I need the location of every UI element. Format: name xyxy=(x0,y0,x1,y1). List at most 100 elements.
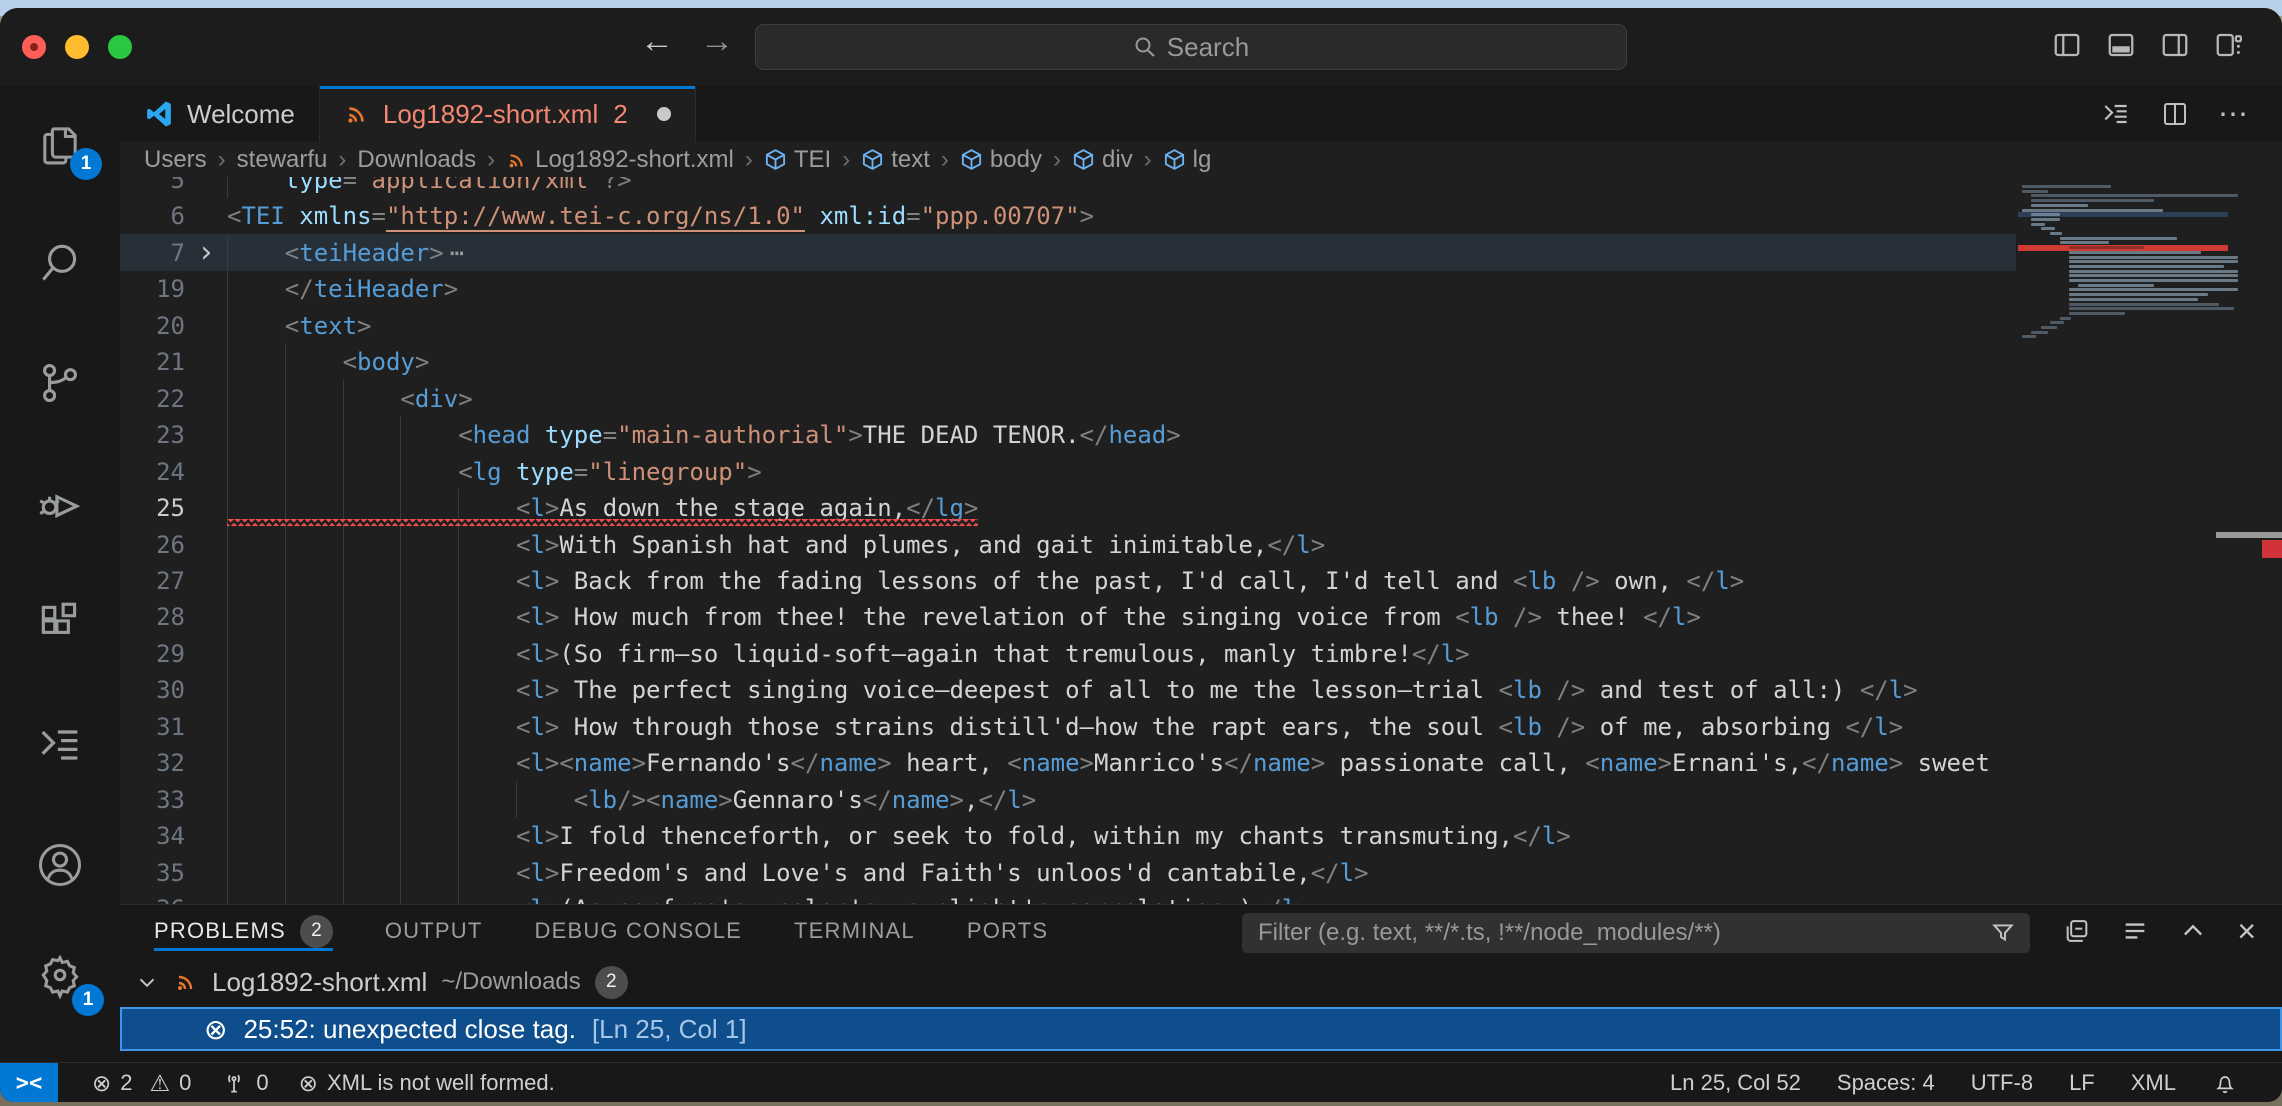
overview-ruler[interactable] xyxy=(2250,177,2282,904)
close-button[interactable] xyxy=(22,35,46,59)
code-text[interactable]: <l>I fold thenceforth, or seek to fold, … xyxy=(227,817,1571,854)
code-editor[interactable]: 5 type="application/xml"?>6<TEI xmlns="ht… xyxy=(120,177,2282,904)
line-number[interactable]: 21 xyxy=(120,348,185,376)
line-number[interactable]: 19 xyxy=(120,275,185,303)
filter-funnel-icon[interactable] xyxy=(1990,920,2016,946)
code-text[interactable]: <l>(As perfume's, color's, sunlight's co… xyxy=(227,890,1311,904)
line-number[interactable]: 6 xyxy=(120,202,185,230)
code-text[interactable]: <l>(So firm—so liquid-soft—again that tr… xyxy=(227,635,1470,672)
forward-arrow-icon[interactable]: → xyxy=(700,22,734,61)
code-line-5[interactable]: 5 type="application/xml"?> xyxy=(120,177,2016,198)
line-number[interactable]: 31 xyxy=(120,713,185,741)
code-area[interactable]: 5 type="application/xml"?>6<TEI xmlns="ht… xyxy=(120,177,2016,904)
code-text[interactable]: </teiHeader> xyxy=(227,270,458,307)
more-actions-icon[interactable]: ⋯ xyxy=(2218,97,2250,132)
code-line-19[interactable]: 19 </teiHeader> xyxy=(120,270,2016,307)
indent-extension-icon[interactable] xyxy=(0,700,120,790)
line-number[interactable]: 25 xyxy=(120,494,185,522)
code-text[interactable]: <l> Back from the fading lessons of the … xyxy=(227,562,1744,599)
line-number[interactable]: 7 xyxy=(120,239,185,267)
code-line-20[interactable]: 20<text> xyxy=(120,307,2016,344)
code-line-22[interactable]: 22<div> xyxy=(120,380,2016,417)
breadcrumb-item[interactable]: stewarfu xyxy=(237,146,328,174)
code-line-28[interactable]: 28 <l> How much from thee! the revelation… xyxy=(120,598,2016,635)
breadcrumb-symbol[interactable]: div xyxy=(1072,146,1133,174)
code-line-6[interactable]: 6<TEI xmlns="http://www.tei-c.org/ns/1.0… xyxy=(120,197,2016,234)
modified-dot-icon[interactable] xyxy=(657,107,671,121)
code-text[interactable]: <body> xyxy=(227,343,429,380)
cursor-position[interactable]: Ln 25, Col 52 xyxy=(1670,1070,1801,1096)
tab-problems[interactable]: PROBLEMS 2 xyxy=(154,905,333,957)
line-number[interactable]: 27 xyxy=(120,567,185,595)
line-number[interactable]: 29 xyxy=(120,640,185,668)
command-center-search[interactable]: Search xyxy=(755,24,1627,70)
bell-icon[interactable] xyxy=(2212,1070,2238,1096)
xml-status-message[interactable]: ⊗ XML is not well formed. xyxy=(299,1070,555,1097)
code-line-29[interactable]: 29 <l>(So firm—so liquid-soft—again that … xyxy=(120,635,2016,672)
zoom-button[interactable] xyxy=(108,35,132,59)
filter-input[interactable] xyxy=(1242,919,1990,947)
chevron-down-icon[interactable] xyxy=(134,969,160,995)
breadcrumb-item-file[interactable]: Log1892-short.xml xyxy=(506,146,734,174)
line-number[interactable]: 36 xyxy=(120,895,185,905)
line-number[interactable]: 5 xyxy=(120,177,185,194)
indentation-setting[interactable]: Spaces: 4 xyxy=(1837,1070,1935,1096)
problems-file-row[interactable]: Log1892-short.xml ~/Downloads 2 xyxy=(120,959,2282,1005)
line-number[interactable]: 20 xyxy=(120,312,185,340)
code-text[interactable]: <l> How much from thee! the revelation o… xyxy=(227,598,1701,635)
run-debug-icon[interactable] xyxy=(0,458,120,548)
indent-action-icon[interactable] xyxy=(2100,98,2132,130)
breadcrumb-symbol[interactable]: text xyxy=(861,146,930,174)
code-line-23[interactable]: 23<head type="main-authorial">THE DEAD T… xyxy=(120,416,2016,453)
customize-layout-icon[interactable] xyxy=(2214,30,2244,60)
breadcrumb-symbol[interactable]: TEI xyxy=(764,146,831,174)
settings-gear-icon[interactable]: 1 xyxy=(0,930,120,1020)
code-line-36[interactable]: 36 <l>(As perfume's, color's, sunlight's … xyxy=(120,890,2016,904)
line-number[interactable]: 33 xyxy=(120,786,185,814)
code-line-35[interactable]: 35 <l>Freedom's and Love's and Faith's un… xyxy=(120,854,2016,891)
code-line-26[interactable]: 26<l>With Spanish hat and plumes, and ga… xyxy=(120,526,2016,563)
extensions-icon[interactable] xyxy=(0,578,120,668)
code-line-31[interactable]: 31 <l> How through those strains distill'… xyxy=(120,708,2016,745)
tab-terminal[interactable]: TERMINAL xyxy=(794,905,915,957)
code-line-25[interactable]: 25<l>As down the stage again,</lg> xyxy=(120,489,2016,526)
ports-status[interactable]: 0 xyxy=(221,1070,268,1096)
view-as-table-icon[interactable] xyxy=(2121,917,2149,945)
code-line-27[interactable]: 27 <l> Back from the fading lessons of th… xyxy=(120,562,2016,599)
code-line-34[interactable]: 34 <l>I fold thenceforth, or seek to fold… xyxy=(120,817,2016,854)
problem-row-selected[interactable]: ⊗ 25:52: unexpected close tag. [Ln 25, C… xyxy=(120,1007,2282,1051)
line-number[interactable]: 26 xyxy=(120,531,185,559)
code-text[interactable]: <head type="main-authorial">THE DEAD TEN… xyxy=(227,416,1181,453)
eol-setting[interactable]: LF xyxy=(2069,1070,2095,1096)
source-control-icon[interactable] xyxy=(0,338,120,428)
collapse-all-icon[interactable] xyxy=(2063,917,2091,945)
code-text[interactable]: <l>Freedom's and Love's and Faith's unlo… xyxy=(227,854,1369,891)
code-line-7[interactable]: 7›<teiHeader>⋯ xyxy=(120,234,2016,271)
breadcrumb-item[interactable]: Downloads xyxy=(357,146,476,174)
tab-welcome[interactable]: Welcome xyxy=(120,86,320,142)
tab-file[interactable]: Log1892-short.xml 2 xyxy=(320,86,696,142)
problems-status[interactable]: ⊗ 2 ⚠ 0 xyxy=(92,1070,191,1097)
line-number[interactable]: 24 xyxy=(120,458,185,486)
split-editor-icon[interactable] xyxy=(2160,99,2190,129)
line-number[interactable]: 30 xyxy=(120,676,185,704)
code-line-32[interactable]: 32<l><name>Fernando's</name> heart, <nam… xyxy=(120,744,2016,781)
tab-debug-console[interactable]: DEBUG CONSOLE xyxy=(535,905,743,957)
toggle-secondary-sidebar-icon[interactable] xyxy=(2160,30,2190,60)
code-text[interactable]: <teiHeader>⋯ xyxy=(227,234,464,271)
code-text[interactable]: type="application/xml"?> xyxy=(227,177,632,198)
tab-output[interactable]: OUTPUT xyxy=(385,905,483,957)
maximize-panel-icon[interactable] xyxy=(2179,917,2207,945)
explorer-icon[interactable]: 1 xyxy=(0,98,120,188)
code-text[interactable]: <l> How through those strains distill'd—… xyxy=(227,708,1903,745)
minimap[interactable] xyxy=(2016,177,2250,904)
line-number[interactable]: 35 xyxy=(120,859,185,887)
line-number[interactable]: 28 xyxy=(120,603,185,631)
fold-chevron-icon[interactable]: › xyxy=(185,238,227,268)
code-text[interactable]: <lg type="linegroup"> xyxy=(227,453,762,490)
line-number[interactable]: 34 xyxy=(120,822,185,850)
toggle-panel-icon[interactable] xyxy=(2106,30,2136,60)
accounts-icon[interactable] xyxy=(0,820,120,910)
breadcrumb-symbol[interactable]: body xyxy=(960,146,1042,174)
breadcrumb-symbol[interactable]: lg xyxy=(1163,146,1212,174)
